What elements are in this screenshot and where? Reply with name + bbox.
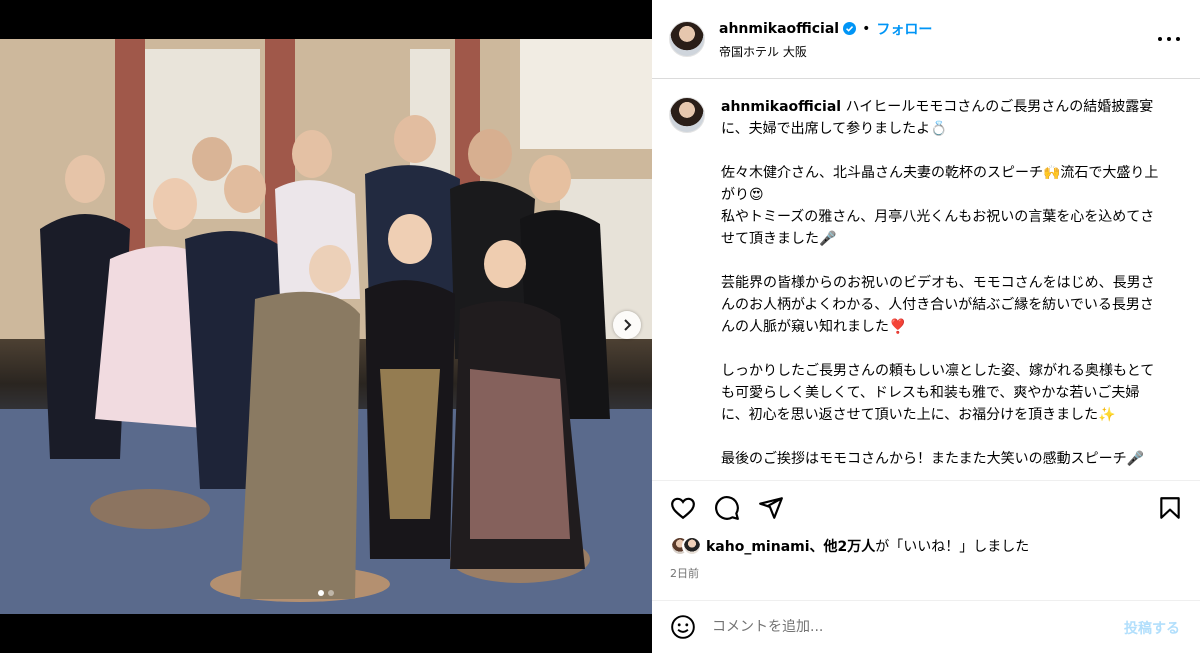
caption-paragraph: しっかりしたご長男さんの頼もしい凛とした姿、嫁がれる奥様もとても可愛らしく美しく… [721, 363, 1155, 423]
post-sidebar: ahnmikaofficial • フォロー 帝国ホテル 大阪 ahnmikao… [652, 0, 1200, 653]
emoji-icon[interactable] [670, 614, 696, 640]
caption-username[interactable]: ahnmikaofficial [721, 99, 841, 115]
post-timestamp[interactable]: 2日前 [670, 565, 699, 581]
separator-dot: • [862, 20, 871, 37]
carousel-dot [328, 590, 334, 596]
post-comment-button[interactable]: 投稿する [1124, 618, 1180, 638]
group-photo-illustration [0, 39, 652, 614]
caption-paragraph: 芸能界の皆様からのお祝いのビデオも、モモコさんをはじめ、長男さんのお人柄がよくわ… [721, 275, 1155, 335]
likes-summary: kaho_minami、他2万人が「いいね！」しました [670, 536, 1029, 556]
username-link[interactable]: ahnmikaofficial [719, 21, 839, 37]
likes-suffix: が「いいね！」しました [875, 539, 1030, 555]
likes-text: kaho_minami、他2万人が「いいね！」しました [706, 536, 1029, 556]
header-text: ahnmikaofficial • フォロー 帝国ホテル 大阪 [719, 19, 932, 60]
caption-paragraph: ahnmikaofficial ハイヒールモモコさんのご長男さんの結婚披露宴に、… [721, 96, 1161, 140]
photo-pane [0, 0, 652, 653]
header-row: ahnmikaofficial • フォロー [719, 19, 932, 39]
carousel-dot-active [318, 590, 324, 596]
carousel-next-button[interactable] [613, 311, 641, 339]
caption: ahnmikaofficial ハイヒールモモコさんのご長男さんの結婚披露宴に、… [652, 80, 1200, 480]
caption-body: ahnmikaofficial ハイヒールモモコさんのご長男さんの結婚披露宴に、… [721, 96, 1161, 480]
carousel-indicator [0, 590, 652, 596]
location-link[interactable]: 帝国ホテル 大阪 [719, 43, 932, 60]
share-icon[interactable] [758, 495, 784, 521]
caption-paragraph: 佐々木健介さん、北斗晶さん夫妻の乾杯のスピーチ🙌流石で大盛り上がり😍 私やトミー… [721, 165, 1159, 247]
post-photo[interactable] [0, 39, 652, 614]
bookmark-icon[interactable] [1157, 495, 1183, 521]
verified-badge-icon [843, 22, 857, 35]
caption-paragraph: 最後のご挨拶はモモコさんから！またまた大笑いの感動スピーチ🎤 [721, 451, 1145, 467]
action-bar [652, 480, 1200, 536]
post-header: ahnmikaofficial • フォロー 帝国ホテル 大阪 [652, 0, 1200, 79]
comment-icon[interactable] [714, 495, 740, 521]
avatar[interactable] [669, 21, 705, 57]
chevron-right-icon [624, 319, 632, 331]
comment-input[interactable] [712, 619, 1092, 635]
liker-avatar [682, 536, 702, 556]
liker-username[interactable]: kaho_minami [706, 539, 810, 555]
follow-button[interactable]: フォロー [876, 19, 932, 39]
comment-bar: 投稿する [652, 600, 1200, 653]
caption-avatar[interactable] [669, 97, 705, 133]
likes-count[interactable]: 、他2万人 [810, 539, 876, 555]
more-options-icon[interactable] [1158, 30, 1180, 48]
heart-icon[interactable] [670, 495, 696, 521]
